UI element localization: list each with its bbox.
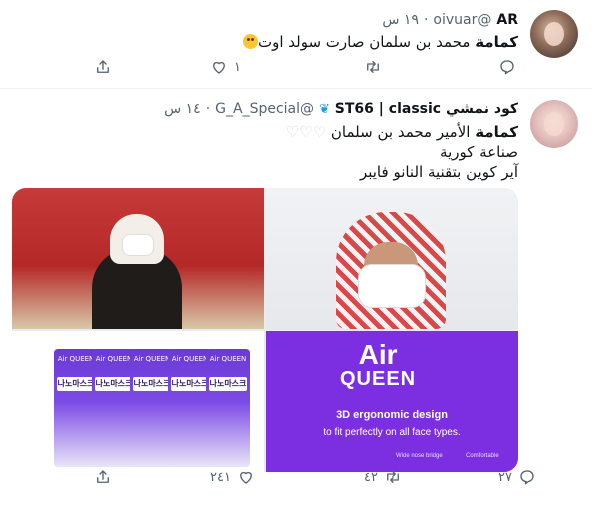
- ad-foot-2: Comfortable: [466, 453, 499, 459]
- handle[interactable]: @oivuar: [433, 12, 491, 28]
- retweet-button[interactable]: [364, 58, 388, 76]
- share-icon: [97, 60, 109, 73]
- tweet-actions: ١: [0, 58, 592, 82]
- like-button[interactable]: ٢٤١: [210, 468, 255, 486]
- mask-pack: Air QUEEN 나노마스크: [206, 349, 250, 467]
- pack-label: 나노마스크: [95, 377, 133, 391]
- ad-title-1: Air: [358, 339, 398, 370]
- tweet-line-1: كمامة الأمير محمد بن سلمان ♡♡♡: [286, 122, 518, 142]
- like-count: ٢٤١: [210, 469, 231, 485]
- pack-label: 나노마스크: [171, 377, 209, 391]
- timestamp[interactable]: ١٤ س: [164, 101, 201, 117]
- avatar-face: [544, 22, 564, 46]
- retweet-icon: [367, 61, 379, 73]
- person-illustration: [82, 208, 192, 329]
- ad-line-2: to fit perfectly on all face types.: [323, 427, 461, 438]
- tweet-actions: ٢٧ ٤٢ ٢٤١: [0, 468, 592, 492]
- pack-label: 나노마스크: [133, 377, 171, 391]
- ad-line-1: 3D ergonomic design: [336, 409, 448, 421]
- tweet-text: كمامة محمد بن سلمان صارت سولد اوت: [241, 32, 518, 52]
- reply-icon: [500, 60, 514, 75]
- tweet-1[interactable]: AR @oivuar · ١٩ س كمامة محمد بن سلمان صا…: [0, 0, 592, 89]
- tweet-header: كود نمشي ST66 | classic ❦ @G_A_Special ·…: [164, 101, 518, 117]
- tweet-text-bold: كمامة: [475, 33, 518, 51]
- separator-dot: ·: [205, 101, 211, 117]
- tweet-text: كمامة الأمير محمد بن سلمان ♡♡♡ صناعة كور…: [286, 122, 518, 182]
- tweet-line-2: صناعة كورية: [440, 143, 518, 161]
- retweet-count: ٤٢: [364, 469, 378, 485]
- photo-1[interactable]: [12, 188, 264, 329]
- avatar-face: [544, 112, 564, 136]
- pack-label: 나노마스크: [57, 377, 95, 391]
- display-name[interactable]: كود نمشي ST66 | classic ❦: [319, 101, 518, 117]
- pack-brand: Air QUEEN: [57, 355, 95, 363]
- heart-icon: [213, 61, 225, 74]
- pack-brand: Air QUEEN: [133, 355, 171, 363]
- timestamp[interactable]: ١٩ س: [382, 12, 419, 28]
- display-name[interactable]: AR: [496, 12, 518, 28]
- avatar[interactable]: [530, 100, 578, 148]
- person-illustration: [336, 202, 446, 329]
- pack-brand: Air QUEEN: [171, 355, 209, 363]
- butterfly-icon: ❦: [319, 102, 330, 117]
- reply-count: ٢٧: [498, 469, 512, 485]
- photo-4[interactable]: Air QUEEN 3D ergonomic design to fit per…: [266, 331, 518, 472]
- white-hearts-icon: ♡♡♡: [285, 123, 327, 141]
- avatar[interactable]: [530, 10, 578, 58]
- pack-brand: Air QUEEN: [95, 355, 133, 363]
- tweet-line-3: آير كوين بتقنية النانو فايبر: [359, 163, 518, 181]
- ad-title-2: QUEEN: [340, 368, 417, 390]
- pack-label: 나노마스크: [209, 377, 247, 391]
- reply-button[interactable]: ٢٧: [498, 468, 536, 486]
- mask-shape: [122, 234, 154, 256]
- display-name-part2: classic: [388, 101, 442, 117]
- mask-shape: [358, 264, 426, 308]
- share-button[interactable]: [94, 58, 112, 76]
- handle[interactable]: @G_A_Special: [215, 101, 314, 117]
- photo-2[interactable]: [266, 188, 518, 329]
- retweet-button[interactable]: ٤٢: [364, 468, 402, 486]
- like-button[interactable]: ١: [210, 58, 241, 76]
- share-button[interactable]: [94, 468, 112, 486]
- tweet-text-tail: صارت سولد اوت: [257, 33, 365, 51]
- separator-dot: ·: [423, 12, 429, 28]
- retweet-icon: [387, 471, 399, 483]
- reply-button[interactable]: [498, 58, 522, 76]
- like-count: ١: [234, 59, 241, 75]
- media-grid: Air QUEEN 나노마스크 Air QUEEN 나노마스크 Air QUEEN 나…: [12, 188, 518, 472]
- tweet-text-normal: محمد بن سلمان: [364, 33, 476, 51]
- flushed-face-icon: [242, 34, 258, 49]
- share-icon: [97, 470, 109, 483]
- pack-brand: Air QUEEN: [209, 355, 247, 363]
- heart-icon: [240, 471, 252, 484]
- tweet-text-bold: كمامة: [475, 123, 518, 141]
- tweet-header: AR @oivuar · ١٩ س: [382, 12, 518, 28]
- reply-icon: [520, 470, 534, 485]
- ad-foot-1: Wide nose bridge: [396, 453, 443, 459]
- tweet-2[interactable]: كود نمشي ST66 | classic ❦ @G_A_Special ·…: [0, 88, 592, 521]
- ad-logo: Air QUEEN: [340, 339, 417, 390]
- photo-3[interactable]: Air QUEEN 나노마스크 Air QUEEN 나노마스크 Air QUEEN 나…: [12, 331, 264, 472]
- tweet-text-normal: الأمير محمد بن سلمان: [326, 123, 476, 141]
